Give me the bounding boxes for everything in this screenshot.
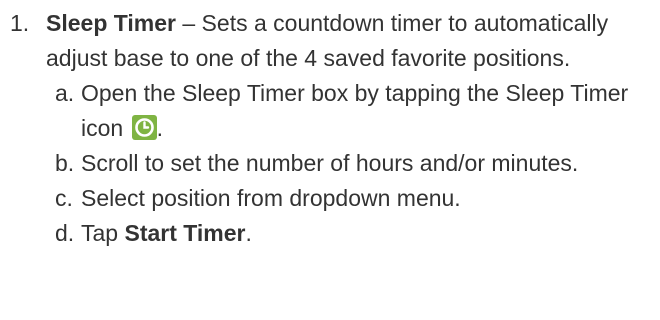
step-suffix: . <box>156 115 163 141</box>
step-text: Scroll to set the number of hours and/or… <box>81 150 579 176</box>
instruction-item: 1. Sleep Timer – Sets a countdown timer … <box>10 6 655 251</box>
step-a: a. Open the Sleep Timer box by tapping t… <box>55 76 655 146</box>
step-letter: c. <box>55 185 73 211</box>
step-b: b. Scroll to set the number of hours and… <box>55 146 655 181</box>
clock-icon <box>131 115 157 140</box>
start-timer-label: Start Timer <box>124 220 246 246</box>
item-description: Sleep Timer – Sets a countdown timer to … <box>46 6 655 76</box>
step-letter: a. <box>55 80 75 106</box>
steps-list: a. Open the Sleep Timer box by tapping t… <box>46 76 655 251</box>
step-text: Open the Sleep Timer box by tapping the … <box>81 80 629 141</box>
step-suffix: . <box>245 220 252 246</box>
step-letter: d. <box>55 220 75 246</box>
item-body: Sleep Timer – Sets a countdown timer to … <box>46 6 655 251</box>
item-number: 1. <box>10 10 30 36</box>
step-d: d. Tap Start Timer. <box>55 216 655 251</box>
step-letter: b. <box>55 150 75 176</box>
step-text: Select position from dropdown menu. <box>81 185 461 211</box>
step-c: c. Select position from dropdown menu. <box>55 181 655 216</box>
step-text: Tap <box>81 220 125 246</box>
item-title: Sleep Timer <box>46 10 176 36</box>
